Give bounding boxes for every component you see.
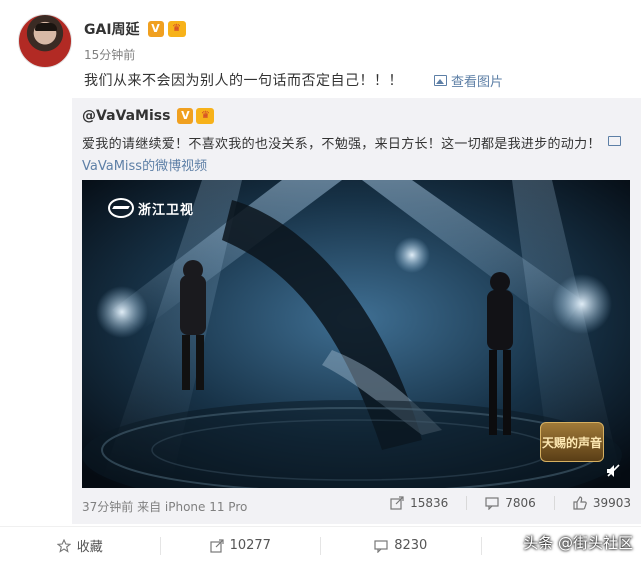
verified-badge-icon: V [147,21,164,37]
comment-count: 7806 [505,496,536,510]
comment-icon [374,539,388,553]
show-logo: 天赐的声音 [540,422,604,462]
crown-badge-icon: ♛ [167,21,186,37]
share-icon [390,496,404,510]
comment-button[interactable]: 8230 [321,538,481,553]
picture-icon [434,75,447,86]
repost-stats: 15836 7806 39903 [390,496,631,510]
repost-count: 15836 [410,496,449,510]
view-pictures-link[interactable]: 查看图片 [434,71,503,90]
channel-logo-icon [108,198,134,218]
view-pictures-label: 查看图片 [451,75,504,90]
post-text: 我们从来不会因为别人的一句话而否定自己！！！ [84,73,403,89]
video-link-icon[interactable] [608,136,621,146]
repost-author-line: @VaVaMiss V ♛ [82,108,215,124]
channel-name: 浙江卫视 [138,202,195,218]
watermark: 头条 @街头社区 [523,534,633,552]
verified-badge-icon: V [177,108,194,124]
repost-button[interactable]: 10277 [161,538,321,553]
crown-badge-icon: ♛ [196,108,215,124]
author-avatar[interactable] [18,14,72,68]
divider [480,536,482,555]
author-line: GAI周延 V ♛ [84,19,186,39]
author-name[interactable]: GAI周延 [84,19,140,39]
repost-comment-count[interactable]: 7806 [485,496,536,510]
repost-like-count[interactable]: 39903 [573,496,631,510]
repost-repost-count[interactable]: 15836 [390,496,448,510]
repost-author-name[interactable]: @VaVaMiss [82,108,170,124]
divider [466,496,468,510]
repost-time-source[interactable]: 37分钟前 来自 iPhone 11 Pro [82,498,247,515]
weibo-post: GAI周延 V ♛ 15分钟前 我们从来不会因为别人的一句话而否定自己！！！ 查… [0,0,641,564]
comment-icon [485,497,499,510]
comment-count: 8230 [394,538,428,553]
repost-count: 10277 [229,538,271,553]
mute-icon[interactable] [606,464,620,478]
video-player[interactable]: 浙江卫视 天赐的声音 [82,180,630,488]
favorite-button[interactable]: 收藏 [0,536,160,555]
favorite-label: 收藏 [76,540,103,555]
post-time[interactable]: 15分钟前 [84,46,135,63]
star-icon [56,538,71,553]
thumbs-up-icon [573,496,587,510]
like-count: 39903 [592,496,631,510]
repost-card: @VaVaMiss V ♛ 爱我的请继续爱！不喜欢我的也没关系，不勉强，来日方长… [72,98,641,524]
divider [553,496,555,510]
video-link[interactable]: VaVaMiss的微博视频 [82,155,207,174]
share-icon [209,538,224,553]
repost-text: 爱我的请继续爱！不喜欢我的也没关系，不勉强，来日方长！这一切都是我进步的动力！ [82,137,601,152]
channel-logo: 浙江卫视 [108,198,194,218]
